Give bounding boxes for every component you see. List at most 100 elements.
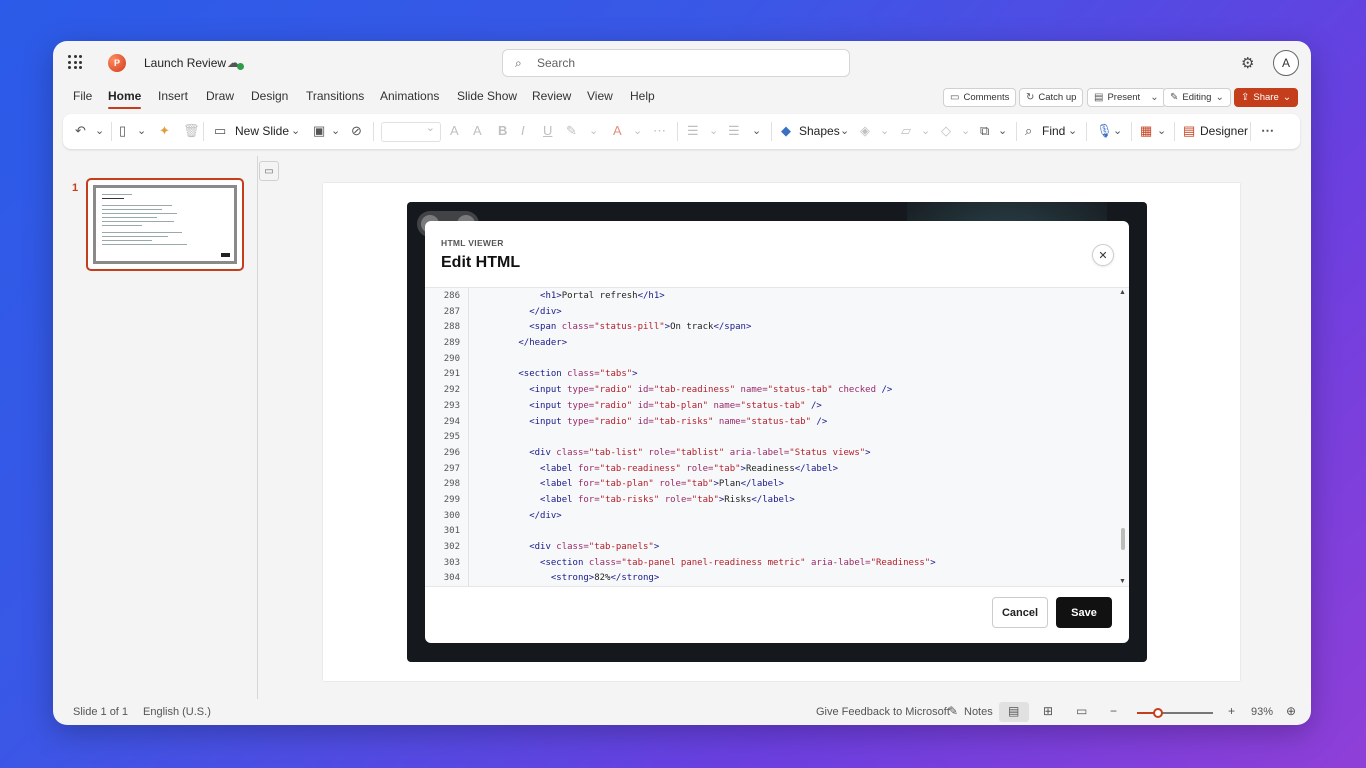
increase-font-icon[interactable]: A [450, 123, 459, 139]
toggle-panel-icon[interactable]: ▭ [259, 161, 279, 181]
code-line[interactable]: 290 [425, 352, 1115, 368]
code-line[interactable]: 297 <label for="tab-readiness" role="tab… [425, 462, 1115, 478]
catch-up-button[interactable]: ↻ Catch up [1019, 88, 1084, 107]
slide-sorter-icon[interactable]: ⊞ [1043, 704, 1053, 718]
code-editor[interactable]: 286 <h1>Portal refresh</h1> 287 </div> 288… [425, 287, 1129, 587]
layout-icon[interactable]: ▣ [313, 123, 325, 139]
font-size-dropdown[interactable] [381, 121, 441, 142]
notes-icon[interactable]: ✎ [948, 704, 958, 718]
tab-slide-show[interactable]: Slide Show [457, 89, 517, 103]
chevron-down-icon[interactable]: ⌄ [709, 123, 718, 139]
chevron-down-icon[interactable]: ⌄ [1068, 123, 1077, 139]
shapes-button[interactable]: Shapes [799, 123, 840, 139]
chevron-down-icon[interactable]: ⌄ [633, 123, 642, 139]
find-button[interactable]: Find [1042, 123, 1065, 139]
slide-canvas[interactable]: HTML VIEWER Edit HTML ✕ 286 <h1>Portal r… [323, 183, 1240, 681]
chevron-down-icon[interactable]: ⌄ [840, 123, 849, 139]
notes-button[interactable]: Notes [964, 706, 993, 718]
undo-icon[interactable]: ↶ [75, 123, 86, 139]
more-options-icon[interactable]: ⋯ [1261, 123, 1274, 139]
format-painter-icon[interactable]: ✦ [159, 123, 170, 139]
tab-help[interactable]: Help [630, 89, 655, 103]
designer-button[interactable]: Designer [1200, 123, 1248, 139]
slide-thumbnail[interactable] [86, 178, 244, 271]
underline-icon[interactable]: U [543, 123, 552, 139]
tab-home[interactable]: Home [108, 89, 142, 109]
account-avatar[interactable]: A [1273, 50, 1299, 76]
code-line[interactable]: 294 <input type="radio" id="tab-risks" n… [425, 415, 1115, 431]
tab-insert[interactable]: Insert [158, 89, 188, 103]
more-font-options-icon[interactable]: ⋯ [653, 123, 666, 139]
code-line[interactable]: 292 <input type="radio" id="tab-readines… [425, 383, 1115, 399]
app-launcher-icon[interactable] [68, 55, 82, 69]
search-box[interactable]: ⌕ Search [502, 49, 850, 77]
scrollbar-thumb[interactable] [1121, 528, 1125, 550]
chevron-down-icon[interactable]: ⌄ [961, 123, 970, 139]
arrange-icon[interactable]: ⧉ [980, 123, 989, 139]
code-line[interactable]: 301 [425, 524, 1115, 540]
code-line[interactable]: 293 <input type="radio" id="tab-plan" na… [425, 399, 1115, 415]
bullets-icon[interactable]: ☰ [687, 123, 699, 139]
italic-icon[interactable]: I [521, 123, 525, 139]
code-line[interactable]: 303 <section class="tab-panel panel-read… [425, 556, 1115, 572]
chevron-down-icon[interactable]: ⌄ [1157, 123, 1166, 139]
shape-effects-icon[interactable]: ◇ [941, 123, 951, 139]
cancel-button[interactable]: Cancel [992, 597, 1048, 628]
zoom-in-icon[interactable]: + [1228, 704, 1235, 718]
shapes-icon[interactable]: ◆ [781, 123, 791, 139]
delete-icon[interactable]: 🗑 [183, 123, 200, 139]
zoom-slider[interactable] [1137, 708, 1213, 718]
language-indicator[interactable]: English (U.S.) [143, 706, 211, 718]
present-button[interactable]: ▤ Present ⌄ [1087, 88, 1166, 107]
paste-icon[interactable]: ▯ [119, 123, 126, 139]
editing-mode-button[interactable]: ✎ Editing ⌄ [1163, 88, 1231, 107]
tab-design[interactable]: Design [251, 89, 288, 103]
new-slide-icon[interactable]: ▭ [214, 123, 226, 139]
document-title[interactable]: Launch Review [144, 56, 226, 70]
chevron-down-icon[interactable]: ⌄ [880, 123, 889, 139]
code-line[interactable]: 295 [425, 430, 1115, 446]
chevron-down-icon[interactable]: ⌄ [137, 123, 146, 139]
bold-icon[interactable]: B [498, 123, 507, 139]
chevron-down-icon[interactable]: ⌄ [1113, 123, 1122, 139]
tab-draw[interactable]: Draw [206, 89, 234, 103]
fit-to-window-icon[interactable]: ⊕ [1286, 704, 1296, 718]
chevron-down-icon[interactable]: ⌄ [331, 123, 340, 139]
chevron-down-icon[interactable]: ⌄ [752, 123, 761, 139]
normal-view-icon[interactable]: ▤ [1008, 704, 1019, 718]
cloud-saved-icon[interactable]: ☁ [227, 55, 244, 70]
code-line[interactable]: 287 </div> [425, 305, 1115, 321]
chevron-down-icon[interactable]: ⌄ [589, 123, 598, 139]
shape-outline-icon[interactable]: ▱ [901, 123, 911, 139]
chevron-down-icon[interactable]: ⌄ [291, 123, 300, 139]
chevron-down-icon[interactable]: ⌄ [998, 123, 1007, 139]
code-line[interactable]: 286 <h1>Portal refresh</h1> [425, 289, 1115, 305]
zoom-slider-handle[interactable] [1153, 708, 1163, 718]
tab-view[interactable]: View [587, 89, 613, 103]
designer-icon[interactable]: ▤ [1183, 123, 1195, 139]
tab-transitions[interactable]: Transitions [306, 89, 364, 103]
code-line[interactable]: 298 <label for="tab-plan" role="tab">Pla… [425, 477, 1115, 493]
decrease-font-icon[interactable]: A [473, 123, 482, 139]
tab-review[interactable]: Review [532, 89, 571, 103]
find-icon[interactable]: ⌕ [1025, 123, 1032, 139]
code-line[interactable]: 300 </div> [425, 509, 1115, 525]
code-line[interactable]: 299 <label for="tab-risks" role="tab">Ri… [425, 493, 1115, 509]
code-line[interactable]: 302 <div class="tab-panels"> [425, 540, 1115, 556]
scroll-up-icon[interactable]: ▲ [1119, 289, 1126, 296]
numbering-icon[interactable]: ☰ [728, 123, 740, 139]
code-line[interactable]: 289 </header> [425, 336, 1115, 352]
editor-scrollbar[interactable]: ▲ ▼ [1117, 288, 1129, 586]
share-button[interactable]: ⇪ Share ⌄ [1234, 88, 1299, 107]
code-line[interactable]: 304 <strong>82%</strong> [425, 571, 1115, 587]
save-button[interactable]: Save [1056, 597, 1112, 628]
chevron-down-icon[interactable]: ⌄ [95, 123, 104, 139]
scroll-down-icon[interactable]: ▼ [1119, 578, 1126, 585]
code-line[interactable]: 288 <span class="status-pill">On track</… [425, 320, 1115, 336]
dictate-mic-icon[interactable]: 🎙 [1096, 123, 1113, 139]
code-line[interactable]: 291 <section class="tabs"> [425, 367, 1115, 383]
tab-file[interactable]: File [73, 89, 92, 103]
code-line[interactable]: 296 <div class="tab-list" role="tablist"… [425, 446, 1115, 462]
add-ins-icon[interactable]: ▦ [1140, 123, 1152, 139]
chevron-down-icon[interactable]: ⌄ [921, 123, 930, 139]
